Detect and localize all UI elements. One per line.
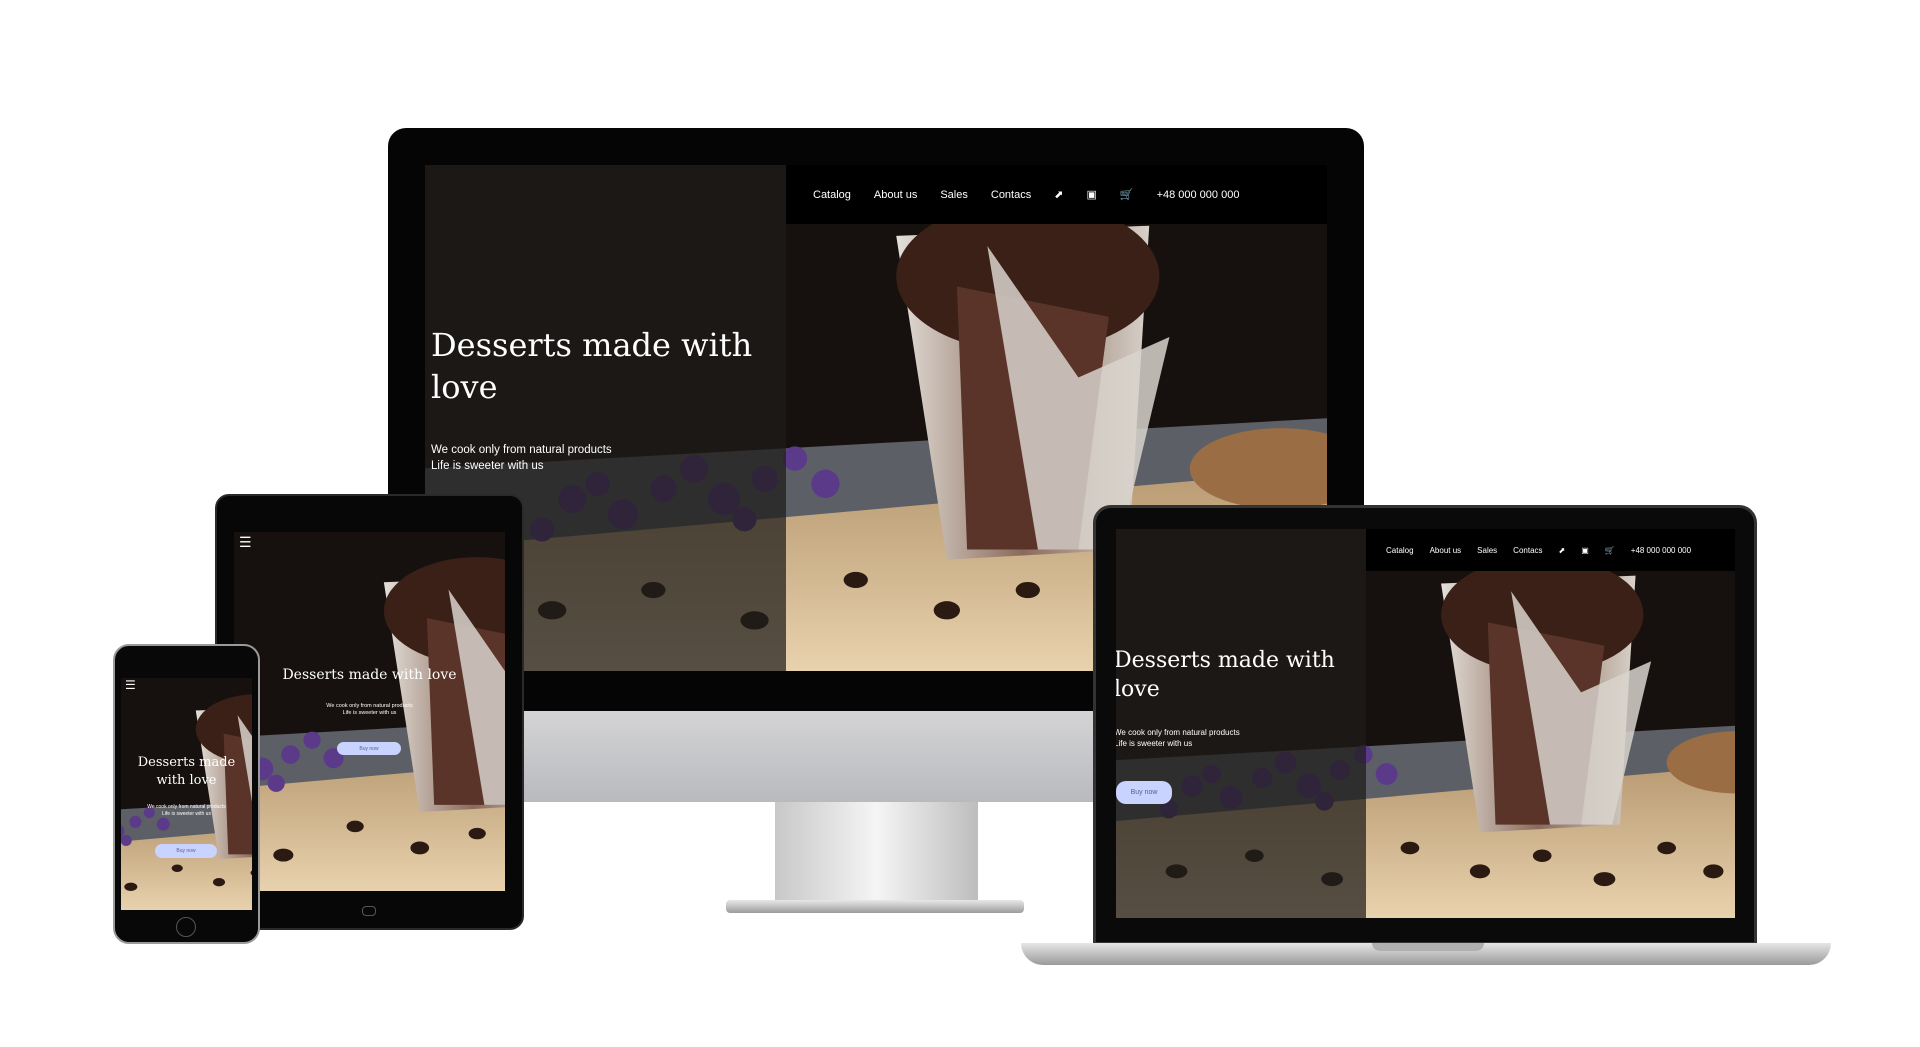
buy-now-button[interactable]: Buy now bbox=[1116, 781, 1172, 804]
hero-image bbox=[121, 678, 252, 910]
hero-subtitle: We cook only from natural products Life i… bbox=[1116, 728, 1240, 748]
tablet-screen: ☰ Desserts made with love We cook only f… bbox=[234, 532, 505, 891]
cursor-icon[interactable]: ⬈ bbox=[1054, 188, 1063, 201]
phone-home-button[interactable] bbox=[176, 917, 196, 937]
buy-now-button[interactable]: Buy now bbox=[155, 844, 217, 858]
hero-subtitle: We cook only from natural products Life i… bbox=[326, 703, 413, 717]
menu-icon[interactable]: ☰ bbox=[125, 678, 136, 692]
nav-contacs[interactable]: Contacs bbox=[991, 189, 1031, 201]
hero-title: Desserts made with love bbox=[282, 667, 457, 683]
nav-bar: Catalog About us Sales Contacs ⬈ ▣ 🛒 +48… bbox=[1366, 529, 1735, 571]
instagram-icon[interactable]: ▣ bbox=[1581, 546, 1589, 555]
hero-subtitle: We cook only from natural products Life i… bbox=[147, 804, 226, 817]
cursor-icon[interactable]: ⬈ bbox=[1559, 546, 1566, 555]
monitor-stand-base bbox=[726, 900, 1024, 913]
hero-subtitle: We cook only from natural products Life i… bbox=[431, 444, 612, 472]
cart-icon[interactable]: 🛒 bbox=[1120, 188, 1134, 201]
nav-about[interactable]: About us bbox=[1430, 546, 1462, 555]
laptop-notch bbox=[1372, 943, 1484, 951]
nav-bar: Catalog About us Sales Contacs ⬈ ▣ 🛒 +48… bbox=[786, 165, 1327, 224]
laptop-screen: Catalog About us Sales Contacs ⬈ ▣ 🛒 +48… bbox=[1116, 529, 1735, 918]
nav-catalog[interactable]: Catalog bbox=[813, 189, 851, 201]
nav-phone[interactable]: +48 000 000 000 bbox=[1157, 189, 1240, 201]
cart-icon[interactable]: 🛒 bbox=[1605, 546, 1615, 555]
nav-about[interactable]: About us bbox=[874, 189, 917, 201]
instagram-icon[interactable]: ▣ bbox=[1086, 188, 1096, 201]
buy-now-button[interactable]: Buy now bbox=[337, 742, 401, 755]
phone-screen: ☰ Desserts made with love We cook only f… bbox=[121, 678, 252, 910]
nav-phone[interactable]: +48 000 000 000 bbox=[1631, 546, 1691, 555]
nav-catalog[interactable]: Catalog bbox=[1386, 546, 1414, 555]
nav-contacs[interactable]: Contacs bbox=[1513, 546, 1542, 555]
menu-icon[interactable]: ☰ bbox=[239, 534, 252, 551]
tablet-home-button[interactable] bbox=[362, 906, 376, 916]
hero-title: Desserts made with love bbox=[1116, 648, 1335, 702]
hero-title: Desserts made with love bbox=[431, 326, 753, 406]
monitor-stand-neck bbox=[775, 800, 978, 906]
nav-sales[interactable]: Sales bbox=[940, 189, 968, 201]
hero-title: Desserts made with love bbox=[137, 755, 236, 789]
nav-sales[interactable]: Sales bbox=[1477, 546, 1497, 555]
